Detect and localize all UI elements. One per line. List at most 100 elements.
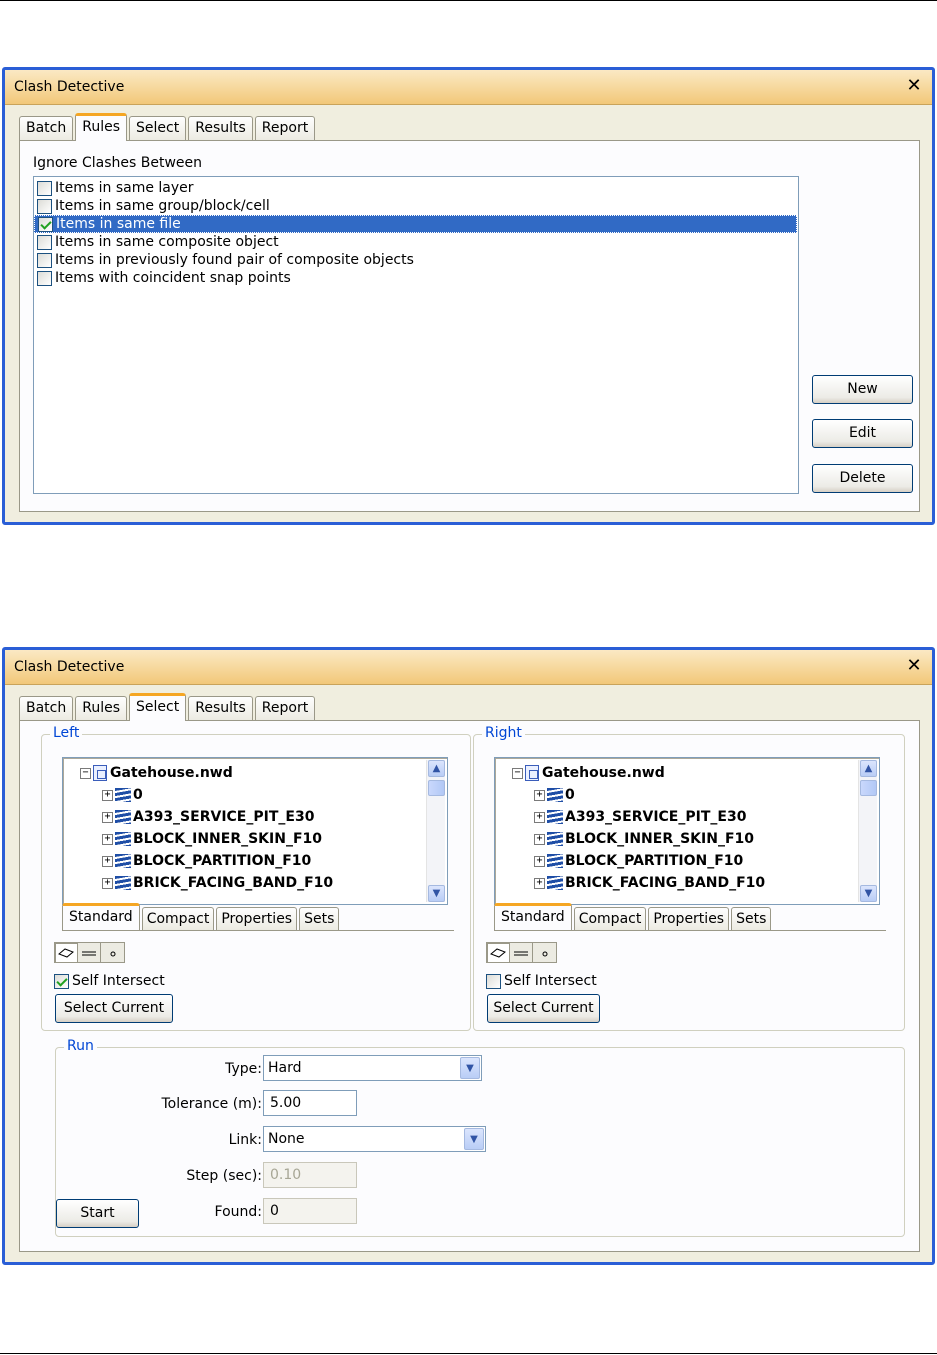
collapse-icon[interactable]: − <box>80 767 91 779</box>
scroll-thumb[interactable] <box>428 780 445 796</box>
expand-icon[interactable]: + <box>534 855 545 867</box>
lines-mode-icon[interactable] <box>78 943 101 962</box>
chevron-down-icon[interactable]: ▼ <box>464 1128 484 1150</box>
window-title: Clash Detective <box>14 79 125 95</box>
tree-root-label: Gatehouse.nwd <box>542 765 665 781</box>
tree-item[interactable]: + A393_SERVICE_PIT_E30 <box>534 806 746 828</box>
tree-item[interactable]: + A393_SERVICE_PIT_E30 <box>102 806 314 828</box>
subtab-compact[interactable]: Compact <box>573 907 647 930</box>
left-self-intersect[interactable]: Self Intersect <box>54 973 165 989</box>
rule-checkbox-checked[interactable] <box>38 216 53 232</box>
tree-item[interactable]: + BRICK_FACING_BAND_F10 <box>534 872 765 894</box>
scroll-up-icon[interactable]: ▲ <box>428 760 445 777</box>
subtab-properties[interactable]: Properties <box>648 907 730 930</box>
type-dropdown[interactable]: Hard ▼ <box>263 1055 482 1081</box>
scroll-down-icon[interactable]: ▼ <box>428 885 445 902</box>
tree-item[interactable]: + BLOCK_INNER_SKIN_F10 <box>102 828 322 850</box>
lines-mode-icon[interactable] <box>510 943 533 962</box>
expand-icon[interactable]: + <box>102 833 113 845</box>
rule-checkbox[interactable] <box>37 270 52 286</box>
edit-rule-button[interactable]: Edit <box>812 419 913 448</box>
rule-item[interactable]: Items with coincident snap points <box>34 269 798 287</box>
tree-item[interactable]: + BRICK_FACING_BAND_F10 <box>102 872 333 894</box>
tree-scrollbar[interactable]: ▲ ▼ <box>426 760 445 902</box>
delete-rule-button[interactable]: Delete <box>812 464 913 493</box>
tolerance-input[interactable]: 5.00 <box>263 1090 357 1116</box>
collapse-icon[interactable]: − <box>512 767 523 779</box>
rule-item[interactable]: Items in same group/block/cell <box>34 197 798 215</box>
points-mode-icon[interactable] <box>533 943 556 962</box>
tab-report[interactable]: Report <box>254 116 316 140</box>
close-button[interactable]: ✕ <box>904 655 924 677</box>
new-rule-button[interactable]: New <box>812 375 913 404</box>
tab-results[interactable]: Results <box>188 116 253 140</box>
link-dropdown[interactable]: None ▼ <box>263 1126 486 1152</box>
window-title: Clash Detective <box>14 659 125 675</box>
scroll-thumb[interactable] <box>860 780 877 796</box>
self-intersect-checkbox[interactable] <box>486 973 501 989</box>
left-selection-tree[interactable]: − Gatehouse.nwd + 0 + A393_SERVICE_PIT_E… <box>62 757 448 905</box>
left-select-current-button[interactable]: Select Current <box>55 994 173 1023</box>
scroll-down-icon[interactable]: ▼ <box>860 885 877 902</box>
tab-rules[interactable]: Rules <box>75 113 128 141</box>
surfaces-mode-icon[interactable] <box>55 943 78 962</box>
self-intersect-label: Self Intersect <box>72 973 165 989</box>
right-select-current-button[interactable]: Select Current <box>487 994 600 1023</box>
self-intersect-checkbox[interactable] <box>54 973 69 989</box>
chevron-down-icon[interactable]: ▼ <box>460 1057 480 1079</box>
rules-list[interactable]: Items in same layer Items in same group/… <box>33 176 799 494</box>
layer-icon <box>115 832 131 846</box>
tree-root[interactable]: − Gatehouse.nwd <box>512 762 665 784</box>
right-self-intersect[interactable]: Self Intersect <box>486 973 597 989</box>
scroll-up-icon[interactable]: ▲ <box>860 760 877 777</box>
tree-item[interactable]: + 0 <box>534 784 575 806</box>
link-value: None <box>268 1131 305 1147</box>
rule-checkbox[interactable] <box>37 252 52 268</box>
tree-item[interactable]: + 0 <box>102 784 143 806</box>
rule-item[interactable]: Items in same layer <box>34 179 798 197</box>
left-selection-mode <box>54 942 125 963</box>
tab-select[interactable]: Select <box>129 693 187 721</box>
rule-checkbox[interactable] <box>37 180 52 196</box>
rule-checkbox[interactable] <box>37 234 52 250</box>
title-bar[interactable]: Clash Detective ✕ <box>5 70 932 105</box>
tree-root-label: Gatehouse.nwd <box>110 765 233 781</box>
expand-icon[interactable]: + <box>534 789 545 801</box>
subtab-compact[interactable]: Compact <box>141 907 215 930</box>
main-tabbar: Batch Rules Select Results Report <box>19 113 317 141</box>
expand-icon[interactable]: + <box>534 811 545 823</box>
tab-report[interactable]: Report <box>254 696 316 720</box>
expand-icon[interactable]: + <box>102 811 113 823</box>
surfaces-mode-icon[interactable] <box>487 943 510 962</box>
tab-batch[interactable]: Batch <box>19 696 74 720</box>
rule-item[interactable]: Items in previously found pair of compos… <box>34 251 798 269</box>
close-button[interactable]: ✕ <box>904 75 924 97</box>
expand-icon[interactable]: + <box>534 877 545 889</box>
tab-rules[interactable]: Rules <box>75 696 128 720</box>
tree-item-label: 0 <box>565 787 575 803</box>
right-selection-tree[interactable]: − Gatehouse.nwd + 0 + A393_SERVICE_PIT_E… <box>494 757 880 905</box>
rule-item-selected[interactable]: Items in same file <box>34 215 797 233</box>
expand-icon[interactable]: + <box>102 855 113 867</box>
expand-icon[interactable]: + <box>102 877 113 889</box>
tree-item[interactable]: + BLOCK_PARTITION_F10 <box>534 850 743 872</box>
expand-icon[interactable]: + <box>534 833 545 845</box>
title-bar[interactable]: Clash Detective ✕ <box>5 650 932 685</box>
tab-batch[interactable]: Batch <box>19 116 74 140</box>
points-mode-icon[interactable] <box>101 943 124 962</box>
tree-scrollbar[interactable]: ▲ ▼ <box>858 760 877 902</box>
rule-item[interactable]: Items in same composite object <box>34 233 798 251</box>
rule-checkbox[interactable] <box>37 198 52 214</box>
subtab-properties[interactable]: Properties <box>216 907 298 930</box>
tree-item[interactable]: + BLOCK_INNER_SKIN_F10 <box>534 828 754 850</box>
subtab-baseline <box>62 930 454 931</box>
tab-select[interactable]: Select <box>129 116 187 140</box>
tree-root[interactable]: − Gatehouse.nwd <box>80 762 233 784</box>
subtab-standard[interactable]: Standard <box>494 903 572 930</box>
tab-results[interactable]: Results <box>188 696 253 720</box>
subtab-standard[interactable]: Standard <box>62 903 140 930</box>
subtab-sets[interactable]: Sets <box>731 907 772 930</box>
subtab-sets[interactable]: Sets <box>299 907 340 930</box>
tree-item[interactable]: + BLOCK_PARTITION_F10 <box>102 850 311 872</box>
expand-icon[interactable]: + <box>102 789 113 801</box>
